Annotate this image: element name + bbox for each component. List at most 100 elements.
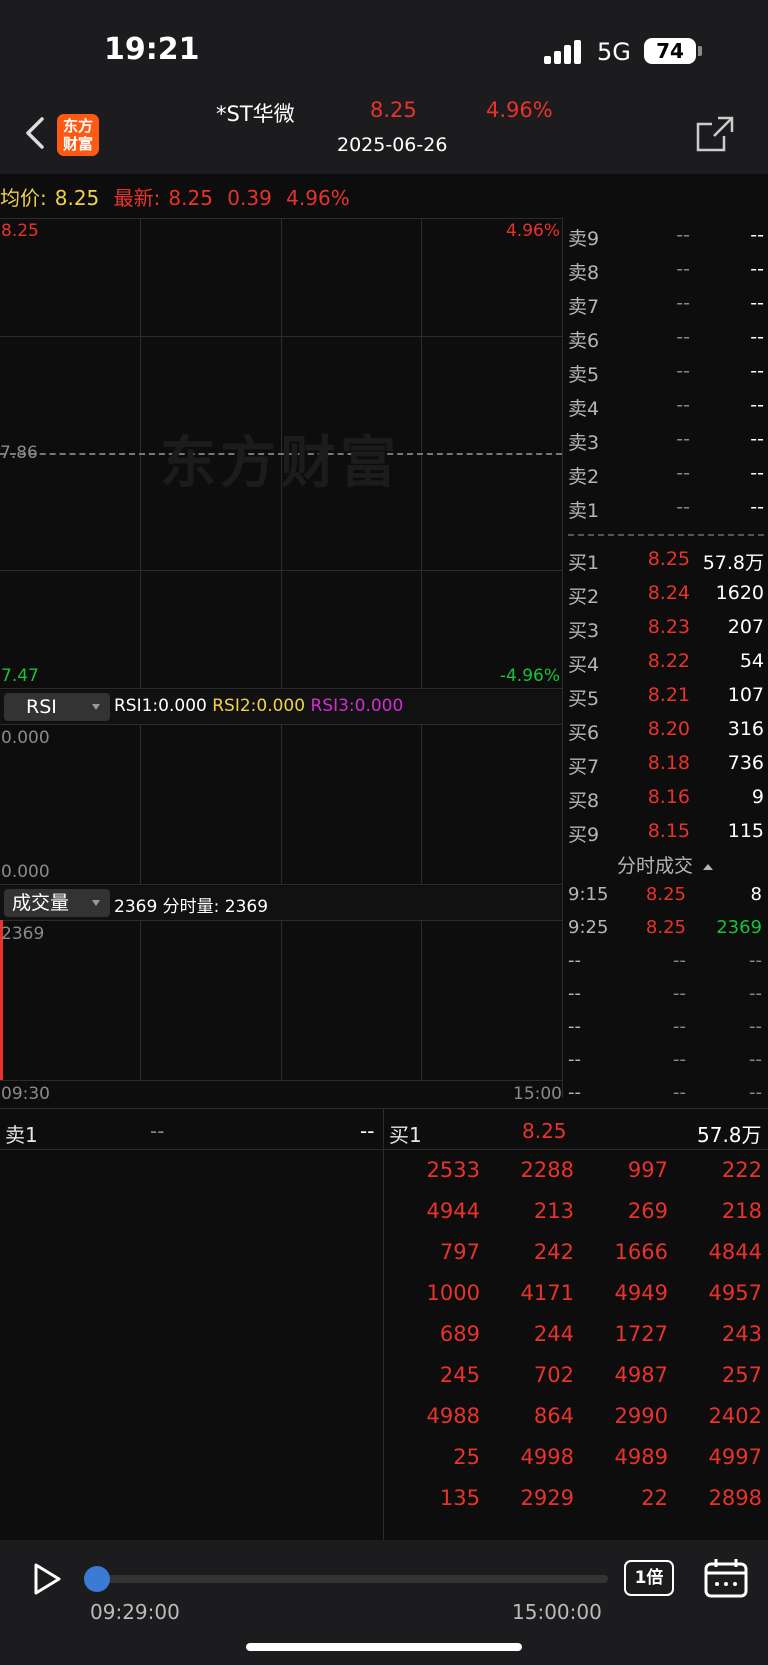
axis-bottom-pct: -4.96% (499, 666, 560, 686)
bid-label: 买5 (568, 688, 600, 710)
status-time: 19:21 (104, 32, 200, 67)
ask-label: 卖2 (568, 466, 600, 488)
ask-row[interactable]: 卖5 -- -- (562, 354, 768, 388)
bid-label: 买4 (568, 654, 600, 676)
queue-cell: 257 (721, 1363, 762, 1387)
queue-cell: 4171 (520, 1281, 574, 1305)
bid-price: 8.15 (647, 820, 690, 842)
ask-price: -- (676, 394, 690, 416)
playback-track[interactable] (92, 1575, 608, 1583)
avg-value: 8.25 (54, 186, 100, 210)
trade-price: 8.25 (645, 917, 686, 938)
bid-row[interactable]: 买9 8.15 115 (562, 814, 768, 848)
intraday-chart[interactable]: 东方财富 8.25 4.96% 7.86 7.47 -4.96% RSI RSI… (0, 218, 562, 1104)
bid-label: 买9 (568, 824, 600, 846)
bid-row[interactable]: 买2 8.24 1620 (562, 576, 768, 610)
bid-row[interactable]: 买4 8.22 54 (562, 644, 768, 678)
ask-label: 卖3 (568, 432, 600, 454)
ask-price: -- (676, 428, 690, 450)
trade-volume: -- (749, 1049, 762, 1070)
play-icon[interactable] (32, 1562, 62, 1596)
queue-cell: 1666 (614, 1240, 668, 1264)
bid-row[interactable]: 买7 8.18 736 (562, 746, 768, 780)
playback-end-time: 15:00:00 (512, 1600, 602, 1624)
ask-volume: -- (750, 292, 764, 314)
trade-time: -- (568, 983, 581, 1004)
volume-summary: 2369 分时量: 2369 (114, 897, 269, 917)
ask-price: -- (676, 496, 690, 518)
trade-row: -- -- -- (562, 1012, 768, 1042)
header-change-pct: 4.96% (486, 98, 553, 122)
bid-price: 8.23 (647, 616, 690, 638)
calendar-icon[interactable] (704, 1558, 748, 1598)
ask-row[interactable]: 卖7 -- -- (562, 286, 768, 320)
bid-row[interactable]: 买8 8.16 9 (562, 780, 768, 814)
share-icon[interactable] (694, 112, 736, 154)
ask-label: 卖6 (568, 330, 600, 352)
ask-row[interactable]: 卖8 -- -- (562, 252, 768, 286)
trade-row: 9:15 8.25 8 (562, 880, 768, 910)
bid-price: 8.24 (647, 582, 690, 604)
trade-price: -- (673, 1016, 686, 1037)
ask-row[interactable]: 卖4 -- -- (562, 388, 768, 422)
bid-row[interactable]: 买3 8.23 207 (562, 610, 768, 644)
chevron-up-icon (703, 863, 713, 870)
volume-selector-button[interactable]: 成交量 (4, 889, 110, 917)
chevron-down-icon (92, 704, 100, 710)
bid-label: 买2 (568, 586, 600, 608)
trade-volume: -- (749, 1082, 762, 1103)
rsi2-value: RSI2:0.000 (212, 696, 306, 716)
trade-time: 9:25 (568, 917, 609, 938)
ask-row[interactable]: 卖6 -- -- (562, 320, 768, 354)
rsi-selector-button[interactable]: RSI (4, 693, 110, 721)
bid-price: 8.25 (647, 548, 690, 570)
bid-label: 买6 (568, 722, 600, 744)
ask-volume: -- (750, 428, 764, 450)
bid-volume: 115 (727, 820, 764, 842)
ask-row[interactable]: 卖1 -- -- (562, 490, 768, 524)
bid-price: 8.18 (647, 752, 690, 774)
status-bar: 19:21 5G 74 (0, 0, 768, 90)
order-queue: 2533 2288 997 222 4944 213 269 218 797 242 1666 484… (384, 1152, 768, 1540)
rsi-header: RSI RSI1:0.000 RSI2:0.000 RSI3:0.000 (0, 690, 562, 724)
header-date: 2025-06-26 (337, 134, 448, 156)
ask-row[interactable]: 卖3 -- -- (562, 422, 768, 456)
ask-row[interactable]: 卖9 -- -- (562, 218, 768, 252)
ask-price: -- (676, 224, 690, 246)
trade-time: 9:15 (568, 884, 609, 905)
queue-cell: 4944 (426, 1199, 480, 1223)
axis-top-pct: 4.96% (505, 221, 560, 241)
bid-label: 买1 (568, 552, 600, 574)
bid-price: 8.21 (647, 684, 690, 706)
queue-cell: 689 (439, 1322, 480, 1346)
app-logo: 东方 财富 (57, 114, 99, 156)
ask-price: -- (676, 360, 690, 382)
trade-price: -- (673, 1082, 686, 1103)
volume-header: 成交量 2369 分时量: 2369 (0, 886, 562, 920)
latest-change: 0.39 (227, 186, 272, 210)
ask-label: 卖9 (568, 228, 600, 250)
ask-row[interactable]: 卖2 -- -- (562, 456, 768, 490)
bid-row[interactable]: 买6 8.20 316 (562, 712, 768, 746)
queue-cell: 242 (533, 1240, 574, 1264)
bid-row[interactable]: 买1 8.25 57.8万 (562, 542, 768, 576)
bid-label: 买8 (568, 790, 600, 812)
trade-row: -- -- -- (562, 1078, 768, 1108)
bid-row[interactable]: 买5 8.21 107 (562, 678, 768, 712)
back-icon[interactable] (22, 116, 50, 150)
price-info-line: 均价: 8.25 最新: 8.25 0.39 4.96% (0, 182, 358, 211)
avg-label: 均价: (0, 186, 47, 210)
playback-slider-handle[interactable] (84, 1566, 110, 1592)
trade-volume: -- (749, 983, 762, 1004)
queue-cell: 213 (533, 1199, 574, 1223)
queue-cell: 2898 (708, 1486, 762, 1510)
queue-cell: 244 (533, 1322, 574, 1346)
trades-toggle[interactable]: 分时成交 (562, 851, 768, 881)
bid-volume: 107 (727, 684, 764, 706)
rsi1-value: RSI1:0.000 (114, 696, 207, 716)
ask-volume: -- (750, 496, 764, 518)
trade-time: -- (568, 1016, 581, 1037)
queue-cell: 22 (641, 1486, 668, 1510)
bid-volume: 316 (727, 718, 764, 740)
playback-speed-button[interactable]: 1倍 (624, 1560, 674, 1596)
